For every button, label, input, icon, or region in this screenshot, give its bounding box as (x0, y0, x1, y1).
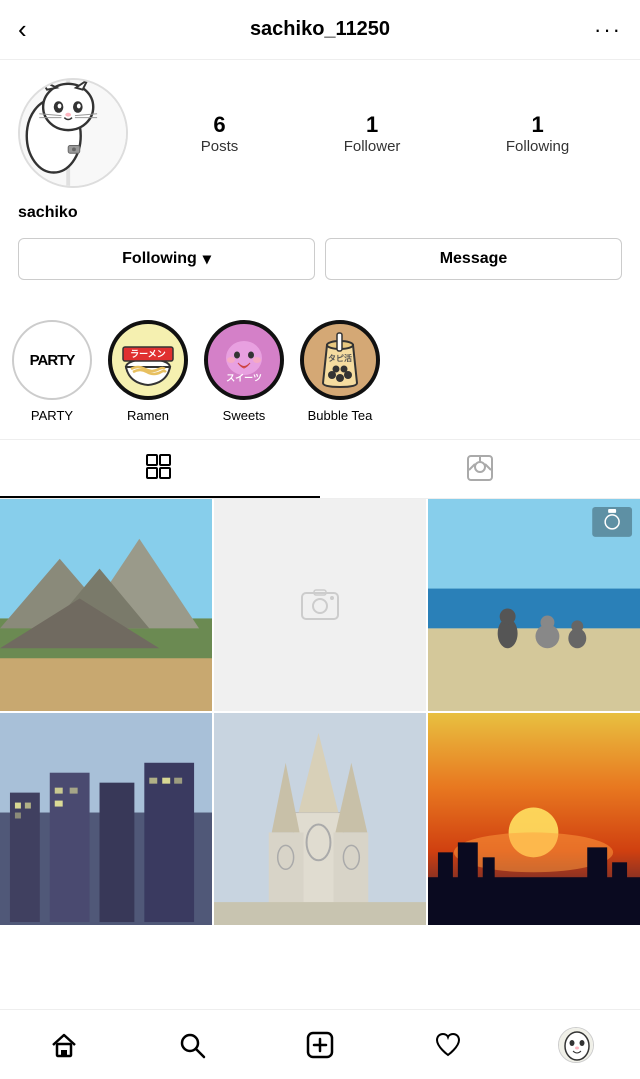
nav-profile-image (559, 1028, 594, 1063)
following-count: 1 (531, 112, 543, 138)
highlight-label-party: PARTY (31, 408, 73, 423)
svg-text:ラーメン: ラーメン (130, 349, 166, 359)
nav-heart[interactable] (423, 1020, 473, 1070)
add-icon (306, 1031, 334, 1059)
followers-stat[interactable]: 1 Follower (344, 112, 401, 155)
search-icon (178, 1031, 206, 1059)
following-label: Following (506, 138, 569, 155)
profile-top: 6 Posts 1 Follower 1 Following (18, 78, 622, 188)
message-button[interactable]: Message (325, 238, 622, 280)
highlight-circle-ramen: ラーメン (108, 320, 188, 400)
grid-cell-2[interactable] (214, 499, 426, 711)
photo-grid (0, 499, 640, 925)
city-image (0, 713, 212, 925)
mountain-image (0, 499, 212, 711)
highlight-circle-sweets: スイーツ (204, 320, 284, 400)
grid-icon (146, 454, 174, 482)
sunset-image (428, 713, 640, 925)
highlight-text-party: PARTY (30, 352, 75, 369)
heart-icon (434, 1031, 462, 1059)
svg-text:タピ活: タピ活 (328, 353, 352, 363)
avatar-image (20, 80, 126, 186)
stats-row: 6 Posts 1 Follower 1 Following (148, 112, 622, 155)
grid-cell-3[interactable] (428, 499, 640, 711)
posts-count: 6 (213, 112, 225, 138)
highlight-label-ramen: Ramen (127, 408, 169, 423)
svg-text:スイーツ: スイーツ (226, 373, 262, 383)
more-button[interactable]: ··· (590, 17, 622, 43)
bottom-nav (0, 1009, 640, 1079)
nav-home[interactable] (39, 1020, 89, 1070)
tab-tagged[interactable] (320, 440, 640, 498)
highlight-bubble-tea[interactable]: タピ活 Bubble Tea (300, 320, 380, 423)
sweets-icon: スイーツ (209, 325, 279, 395)
following-button[interactable]: Following ▾ (18, 238, 315, 280)
camera-placeholder-icon (300, 585, 340, 625)
highlight-label-sweets: Sweets (223, 408, 266, 423)
highlight-circle-bubble: タピ活 (300, 320, 380, 400)
grid-cell-6[interactable] (428, 713, 640, 925)
back-button[interactable]: ‹ (18, 14, 50, 45)
following-stat[interactable]: 1 Following (506, 112, 569, 155)
followers-label: Follower (344, 138, 401, 155)
nav-profile[interactable] (551, 1020, 601, 1070)
message-label: Message (440, 250, 508, 267)
following-label: Following (122, 250, 197, 268)
grid-cell-1[interactable] (0, 499, 212, 711)
grid-cell-5[interactable] (214, 713, 426, 925)
photo-placeholder (214, 499, 426, 711)
display-name: sachiko (18, 204, 622, 222)
avatar[interactable] (18, 78, 128, 188)
nav-search[interactable] (167, 1020, 217, 1070)
action-buttons: Following ▾ Message (18, 238, 622, 280)
posts-stat[interactable]: 6 Posts (201, 112, 239, 155)
highlight-circle-party: PARTY (12, 320, 92, 400)
beach-image (428, 499, 640, 711)
header: ‹ sachiko_11250 ··· (0, 0, 640, 60)
bubble-tea-icon: タピ活 (305, 325, 375, 395)
profile-username: sachiko_11250 (50, 18, 590, 41)
highlight-party[interactable]: PARTY PARTY (12, 320, 92, 423)
tagged-icon (466, 454, 494, 482)
followers-count: 1 (366, 112, 378, 138)
highlight-sweets[interactable]: スイーツ Sweets (204, 320, 284, 423)
cathedral-image (214, 713, 426, 925)
highlights-section: PARTY PARTY ラーメン Ramen (0, 310, 640, 440)
tabs-section (0, 440, 640, 499)
chevron-down-icon: ▾ (203, 249, 211, 269)
grid-cell-4[interactable] (0, 713, 212, 925)
posts-label: Posts (201, 138, 239, 155)
home-icon (50, 1031, 78, 1059)
tab-grid[interactable] (0, 440, 320, 498)
highlight-label-bubble: Bubble Tea (308, 408, 373, 423)
ramen-icon: ラーメン (113, 325, 183, 395)
highlight-ramen[interactable]: ラーメン Ramen (108, 320, 188, 423)
profile-section: 6 Posts 1 Follower 1 Following sachiko F… (0, 60, 640, 310)
nav-add[interactable] (295, 1020, 345, 1070)
nav-profile-avatar (558, 1027, 594, 1063)
